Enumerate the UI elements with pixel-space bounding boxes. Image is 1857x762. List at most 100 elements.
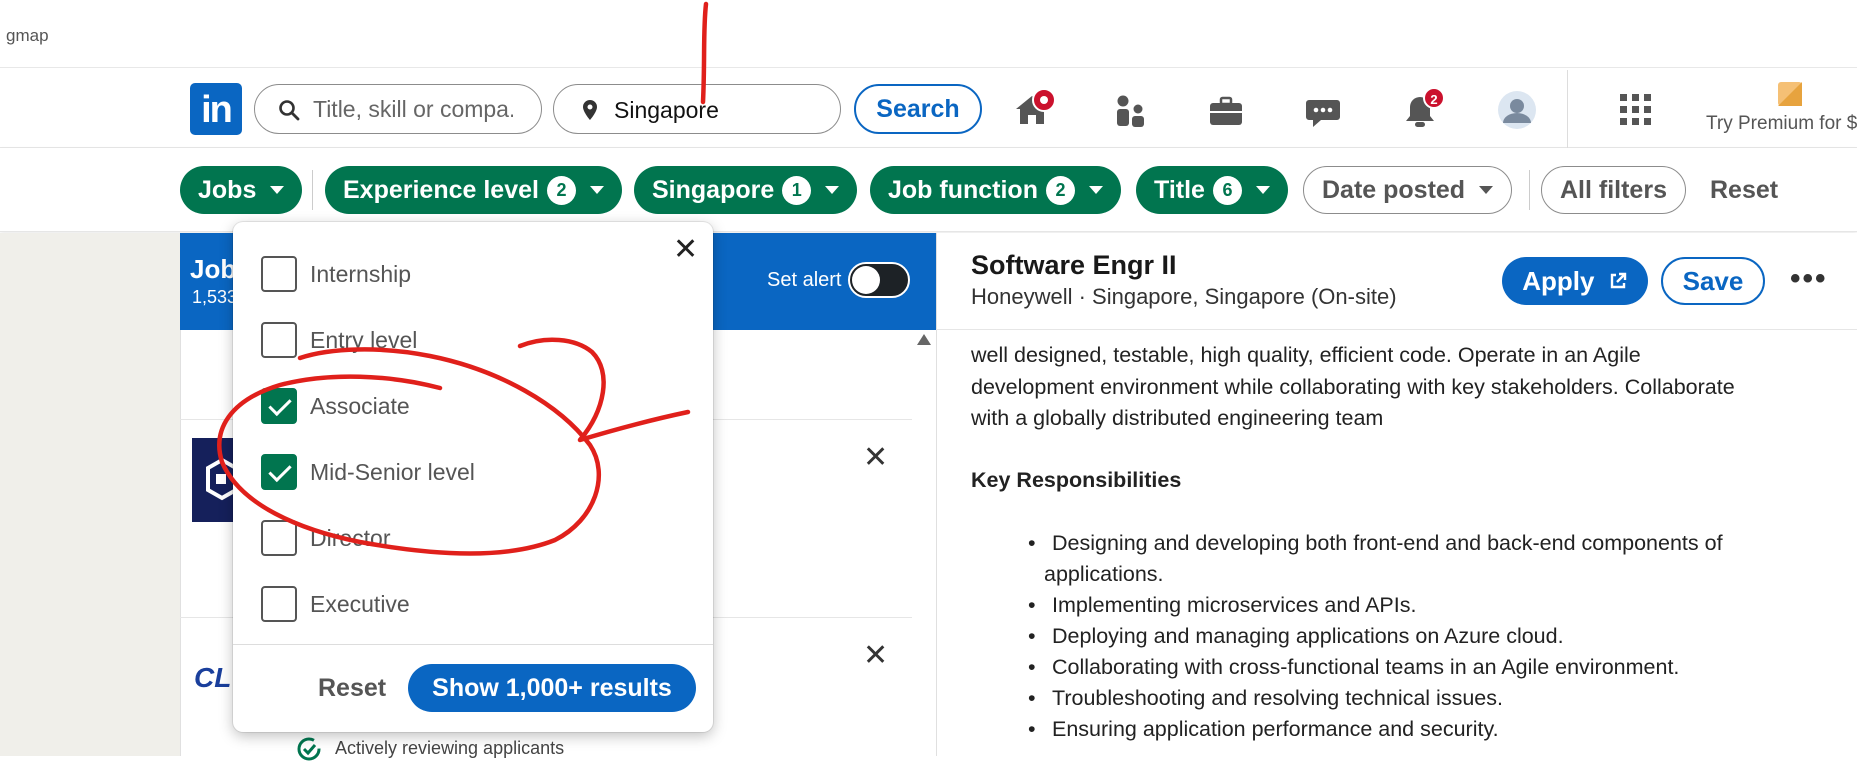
option-executive[interactable]: Executive xyxy=(261,586,410,622)
caret-down-icon xyxy=(270,186,285,194)
bullet-text-continued: applications. xyxy=(1044,562,1164,586)
experience-level-count: 2 xyxy=(546,175,576,205)
description-line: with a globally distributed engineering … xyxy=(971,406,1384,430)
reset-filters-button[interactable]: Reset xyxy=(1710,176,1778,205)
dropdown-reset-button[interactable]: Reset xyxy=(318,674,386,703)
internship-checkbox[interactable] xyxy=(261,256,297,292)
all-filters-label: All filters xyxy=(1560,175,1667,204)
linkedin-logo[interactable]: in xyxy=(190,83,242,135)
option-mid-senior-level[interactable]: Mid-Senior level xyxy=(261,454,475,490)
option-label: Associate xyxy=(310,392,410,419)
location-filter-pill[interactable]: Singapore 1 xyxy=(634,166,858,214)
caret-down-icon xyxy=(589,186,604,194)
my-network-icon[interactable] xyxy=(1110,92,1150,132)
search-button[interactable]: Search xyxy=(854,84,982,134)
search-icon xyxy=(279,100,300,121)
title-filter-label: Title xyxy=(1154,176,1205,204)
option-entry-level[interactable]: Entry level xyxy=(261,322,417,358)
jobs-filter-label: Jobs xyxy=(198,176,257,204)
jobs-filter-pill[interactable]: Jobs xyxy=(180,166,303,214)
location-search-value[interactable]: Singapore xyxy=(614,97,719,124)
job-list-scrollbar[interactable] xyxy=(912,330,936,756)
option-label: Internship xyxy=(310,260,412,287)
company-logo[interactable] xyxy=(192,438,238,522)
all-filters-button[interactable]: All filters xyxy=(1541,166,1686,214)
notifications-badge: 2 xyxy=(1423,87,1445,109)
set-alert-label: Set alert xyxy=(767,269,842,291)
caret-down-icon xyxy=(1088,186,1103,194)
job-function-label: Job function xyxy=(888,176,1038,204)
filter-divider xyxy=(312,170,313,210)
toggle-knob xyxy=(852,266,880,294)
browser-crumb: gmap xyxy=(6,26,49,45)
title-filter-count: 6 xyxy=(1212,175,1242,205)
executive-checkbox[interactable] xyxy=(261,586,297,622)
job-list-count: 1,533 xyxy=(192,287,238,307)
mid-senior-level-checkbox[interactable] xyxy=(261,454,297,490)
location-search-box[interactable]: Singapore xyxy=(553,84,841,134)
set-alert-toggle[interactable] xyxy=(848,262,910,298)
location-filter-label: Singapore xyxy=(652,176,775,204)
messaging-icon[interactable] xyxy=(1303,92,1343,132)
director-checkbox[interactable] xyxy=(261,520,297,556)
list-item: Ensuring application performance and sec… xyxy=(1016,714,1816,745)
job-title[interactable]: Software Engr II xyxy=(971,250,1177,281)
external-link-icon xyxy=(1610,272,1626,288)
bullet-text: Ensuring application performance and sec… xyxy=(1052,717,1499,741)
experience-level-filter-pill[interactable]: Experience level 2 xyxy=(325,166,622,214)
option-associate[interactable]: Associate xyxy=(261,388,410,424)
experience-level-label: Experience level xyxy=(343,176,539,204)
date-posted-filter-pill[interactable]: Date posted xyxy=(1303,166,1513,214)
premium-icon[interactable] xyxy=(1776,80,1804,108)
bullet-text: Troubleshooting and resolving technical … xyxy=(1052,686,1503,710)
caret-down-icon xyxy=(825,186,840,194)
option-label: Entry level xyxy=(310,326,418,353)
list-item: Collaborating with cross-functional team… xyxy=(1016,652,1816,683)
date-posted-label: Date posted xyxy=(1322,175,1466,204)
company-logo[interactable]: CL xyxy=(194,662,231,694)
list-item: Designing and developing both front-end … xyxy=(1016,528,1816,590)
apply-button[interactable]: Apply xyxy=(1502,257,1648,305)
option-director[interactable]: Director xyxy=(261,520,391,556)
profile-avatar[interactable] xyxy=(1497,90,1537,130)
caret-down-icon xyxy=(1479,186,1494,194)
list-item: Implementing microservices and APIs. xyxy=(1016,590,1816,621)
entry-level-checkbox[interactable] xyxy=(261,322,297,358)
detail-header-separator xyxy=(936,329,1857,330)
home-notification-dot xyxy=(1032,88,1056,112)
scroll-up-arrow-icon[interactable] xyxy=(917,334,931,345)
job-list-title: Job xyxy=(190,254,237,284)
bullet-text: Implementing microservices and APIs. xyxy=(1052,593,1417,617)
job-function-count: 2 xyxy=(1045,175,1075,205)
option-label: Executive xyxy=(310,590,410,617)
list-item: Troubleshooting and resolving technical … xyxy=(1016,683,1816,714)
more-options-icon[interactable]: ••• xyxy=(1790,262,1828,296)
title-search-input[interactable] xyxy=(313,95,513,123)
show-results-button[interactable]: Show 1,000+ results xyxy=(408,664,696,712)
filter-divider xyxy=(1529,170,1530,210)
title-filter-pill[interactable]: Title 6 xyxy=(1136,166,1288,214)
dismiss-job-icon[interactable]: ✕ xyxy=(863,638,888,673)
actively-reviewing-icon xyxy=(297,737,321,761)
jobs-briefcase-icon[interactable] xyxy=(1206,92,1246,132)
try-premium-link[interactable]: Try Premium for $ xyxy=(1706,113,1857,135)
nav-divider xyxy=(1567,70,1568,148)
experience-level-dropdown: ✕ Internship Entry level Associate Mid-S… xyxy=(233,222,713,732)
option-internship[interactable]: Internship xyxy=(261,256,411,292)
dismiss-job-icon[interactable]: ✕ xyxy=(863,440,888,475)
description-line: well designed, testable, high quality, e… xyxy=(971,343,1641,367)
associate-checkbox[interactable] xyxy=(261,388,297,424)
company-hex-logo-icon xyxy=(206,457,238,501)
save-job-button[interactable]: Save xyxy=(1661,257,1765,305)
job-description: well designed, testable, high quality, e… xyxy=(971,340,1811,435)
location-filter-count: 1 xyxy=(782,175,812,205)
job-function-filter-pill[interactable]: Job function 2 xyxy=(870,166,1121,214)
apps-grid-icon[interactable] xyxy=(1618,92,1654,128)
location-pin-icon xyxy=(583,100,597,120)
close-icon[interactable]: ✕ xyxy=(673,235,698,265)
responsibilities-list: Designing and developing both front-end … xyxy=(1016,528,1816,745)
bullet-text: Collaborating with cross-functional team… xyxy=(1052,655,1680,679)
title-search-box[interactable] xyxy=(254,84,542,134)
apply-label: Apply xyxy=(1522,266,1595,296)
list-item: Deploying and managing applications on A… xyxy=(1016,621,1816,652)
